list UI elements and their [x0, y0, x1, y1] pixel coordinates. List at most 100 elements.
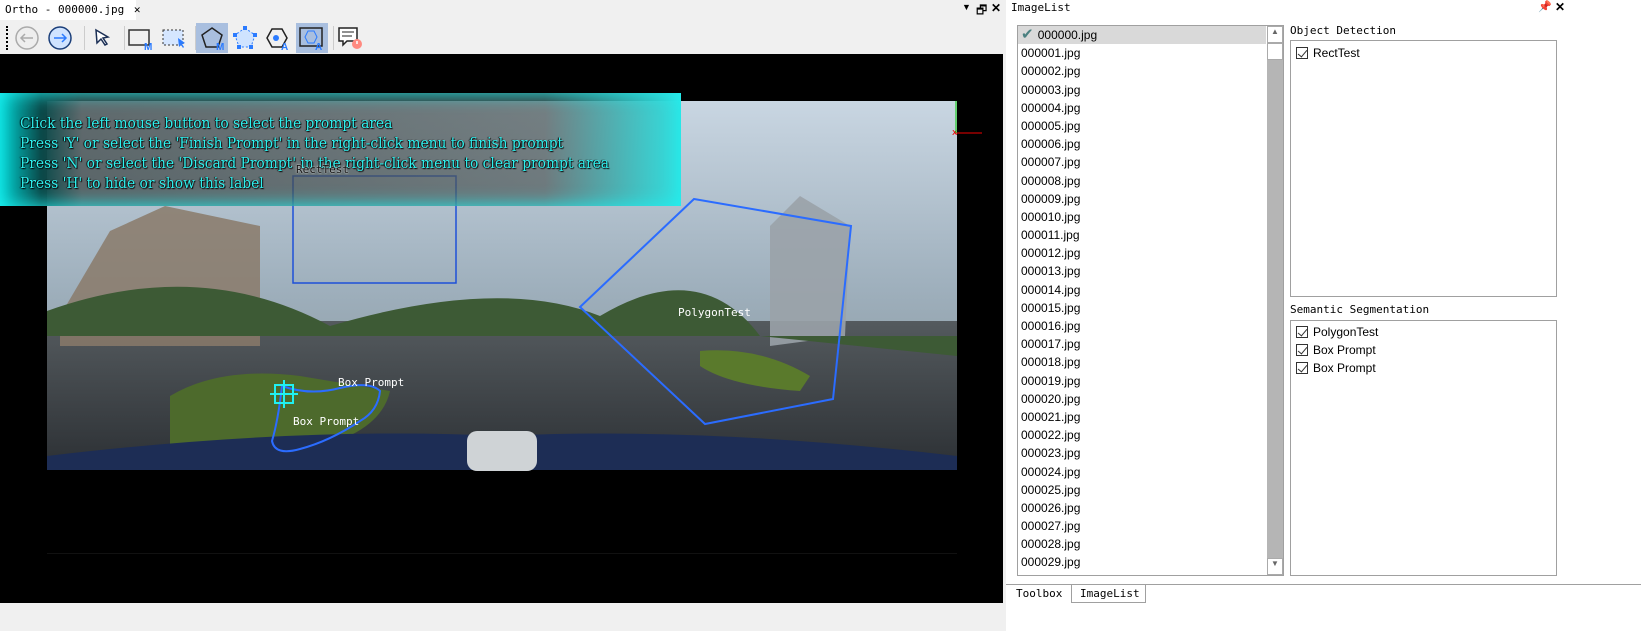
polygon-annotation-label: PolygonTest — [678, 306, 751, 319]
object-detection-item-label: RectTest — [1313, 46, 1360, 60]
restore-icon[interactable]: 🗗 — [976, 1, 987, 22]
image-filename: 000017.jpg — [1021, 337, 1081, 352]
prompt-settings-button[interactable] — [334, 23, 366, 53]
image-canvas[interactable]: x PolygonTest Box Prompt Box Prompt Clic… — [0, 56, 1003, 603]
toolbar-grip — [6, 26, 8, 50]
imagelist-panel: ImageList 📌 ✕ ✔ 000000.jpg 000001.jpg 0000… — [1006, 0, 1641, 631]
list-item[interactable]: 000003.jpg — [1018, 81, 1266, 99]
image-filename: 000016.jpg — [1021, 319, 1081, 333]
image-filename: 000019.jpg — [1021, 373, 1081, 388]
image-filename: 000004.jpg — [1021, 100, 1081, 115]
box-prompt-auto-button[interactable]: A — [296, 23, 328, 53]
list-item[interactable]: 000023.jpg — [1018, 444, 1266, 462]
list-item[interactable]: 000022.jpg — [1018, 426, 1266, 444]
toolbar-separator — [84, 26, 85, 50]
list-item[interactable]: 000025.jpg — [1018, 481, 1266, 499]
close-icon[interactable]: ✕ — [134, 3, 141, 16]
image-filename: 000020.jpg — [1021, 391, 1081, 406]
polygon-manual-button[interactable]: M — [196, 23, 228, 53]
list-item[interactable]: 000017.jpg — [1018, 335, 1266, 353]
scroll-thumb[interactable] — [1267, 43, 1283, 60]
list-item[interactable]: 000004.jpg — [1018, 99, 1266, 117]
checkbox-checked[interactable] — [1296, 326, 1308, 338]
image-filename: 000015.jpg — [1021, 300, 1081, 315]
list-item[interactable]: 000009.jpg — [1018, 190, 1266, 208]
polygon-points-button[interactable] — [229, 23, 261, 53]
list-item[interactable]: 000018.jpg — [1018, 353, 1266, 371]
image-filename: 000003.jpg — [1021, 82, 1081, 97]
segmentation-item[interactable]: Box Prompt — [1291, 341, 1556, 359]
list-item[interactable]: 000005.jpg — [1018, 117, 1266, 135]
list-item[interactable]: 000024.jpg — [1018, 463, 1266, 481]
close-icon[interactable]: ✕ — [991, 1, 1001, 15]
polygon-auto-point-button[interactable]: A — [262, 23, 294, 53]
segmentation-item-label: Box Prompt — [1313, 361, 1376, 376]
document-tab[interactable]: Ortho - 000000.jpg ✕ — [0, 0, 140, 20]
list-item[interactable]: 000014.jpg — [1018, 281, 1266, 299]
list-item[interactable]: 000010.jpg — [1018, 208, 1266, 226]
list-item[interactable]: 000026.jpg — [1018, 499, 1266, 517]
segmentation-item[interactable]: Box Prompt — [1291, 359, 1556, 377]
checkbox-checked[interactable] — [1296, 344, 1308, 357]
semantic-segmentation-list[interactable]: PolygonTest Box Prompt Box Prompt — [1290, 320, 1557, 576]
list-item[interactable]: 000008.jpg — [1018, 172, 1266, 190]
image-filename: 000024.jpg — [1021, 464, 1081, 479]
rect-select-button[interactable] — [158, 23, 190, 53]
image-filename: 000006.jpg — [1021, 137, 1081, 152]
back-icon — [15, 26, 39, 50]
prompt-settings-icon — [338, 27, 362, 49]
image-filename: 000002.jpg — [1021, 64, 1081, 79]
rect-manual-button[interactable]: M — [124, 23, 156, 53]
forward-button[interactable] — [44, 23, 76, 53]
list-item[interactable]: 000019.jpg — [1018, 372, 1266, 390]
list-item[interactable]: 000011.jpg — [1018, 226, 1266, 244]
list-item[interactable]: 000028.jpg — [1018, 535, 1266, 553]
list-item[interactable]: 000006.jpg — [1018, 135, 1266, 153]
check-icon: ✔ — [1021, 26, 1038, 43]
checkbox-checked[interactable] — [1296, 362, 1308, 375]
list-item[interactable]: 000007.jpg — [1018, 153, 1266, 171]
segmentation-item-label: Box Prompt — [1313, 343, 1376, 358]
rect-manual-icon: M — [128, 29, 152, 51]
image-list[interactable]: ✔ 000000.jpg 000001.jpg 000002.jpg 000003.j… — [1017, 25, 1284, 576]
object-detection-label: Object Detection — [1290, 24, 1396, 37]
image-filename: 000008.jpg — [1021, 173, 1081, 188]
checkbox-checked[interactable] — [1296, 47, 1308, 59]
document-tab-bar: Ortho - 000000.jpg ✕ ▼ 🗗 ✕ — [0, 0, 1003, 20]
dropdown-arrow-icon[interactable]: ▼ — [962, 2, 971, 12]
list-item[interactable]: 000001.jpg — [1018, 44, 1266, 62]
list-item[interactable]: 000015.jpg — [1018, 299, 1266, 317]
list-item[interactable]: 000013.jpg — [1018, 262, 1266, 280]
scroll-up-icon[interactable]: ▲ — [1267, 26, 1283, 43]
image-filename: 000001.jpg — [1021, 46, 1081, 61]
object-detection-list[interactable]: RectTest — [1290, 40, 1557, 297]
close-icon[interactable]: ✕ — [1555, 0, 1565, 14]
image-filename: 000005.jpg — [1021, 118, 1081, 133]
pin-icon[interactable]: 📌 — [1538, 0, 1552, 13]
panel-title: ImageList — [1011, 1, 1071, 14]
tab-toolbox[interactable]: Toolbox — [1008, 585, 1071, 603]
list-item[interactable]: 000016.jpg — [1018, 317, 1266, 335]
polygon-points-icon — [233, 26, 257, 49]
list-item[interactable]: 000020.jpg — [1018, 390, 1266, 408]
scroll-down-icon[interactable]: ▼ — [1267, 558, 1283, 575]
polygon-manual-icon: M — [201, 27, 224, 51]
select-tool-button[interactable] — [86, 23, 118, 53]
image-list-items: ✔ 000000.jpg 000001.jpg 000002.jpg 000003.j… — [1018, 26, 1266, 572]
instruction-line: Press 'Y' or select the 'Finish Prompt' … — [20, 134, 564, 152]
tab-imagelist[interactable]: ImageList — [1071, 585, 1146, 603]
list-item-selected[interactable]: ✔ 000000.jpg — [1018, 26, 1266, 45]
back-button[interactable] — [11, 23, 43, 53]
list-scrollbar[interactable]: ▲ ▼ — [1267, 26, 1283, 575]
instruction-line: Press 'H' to hide or show this label — [20, 174, 264, 192]
image-filename: 000018.jpg — [1021, 355, 1081, 370]
segmentation-item[interactable]: PolygonTest — [1291, 323, 1556, 341]
image-filename: 000010.jpg — [1021, 209, 1081, 224]
object-detection-item[interactable]: RectTest — [1291, 44, 1556, 62]
list-item[interactable]: 000002.jpg — [1018, 62, 1266, 80]
list-item[interactable]: 000027.jpg — [1018, 517, 1266, 535]
list-item[interactable]: 000029.jpg — [1018, 553, 1266, 571]
instruction-overlay: Click the left mouse button to select th… — [0, 93, 681, 206]
list-item[interactable]: 000012.jpg — [1018, 244, 1266, 262]
list-item[interactable]: 000021.jpg — [1018, 408, 1266, 426]
